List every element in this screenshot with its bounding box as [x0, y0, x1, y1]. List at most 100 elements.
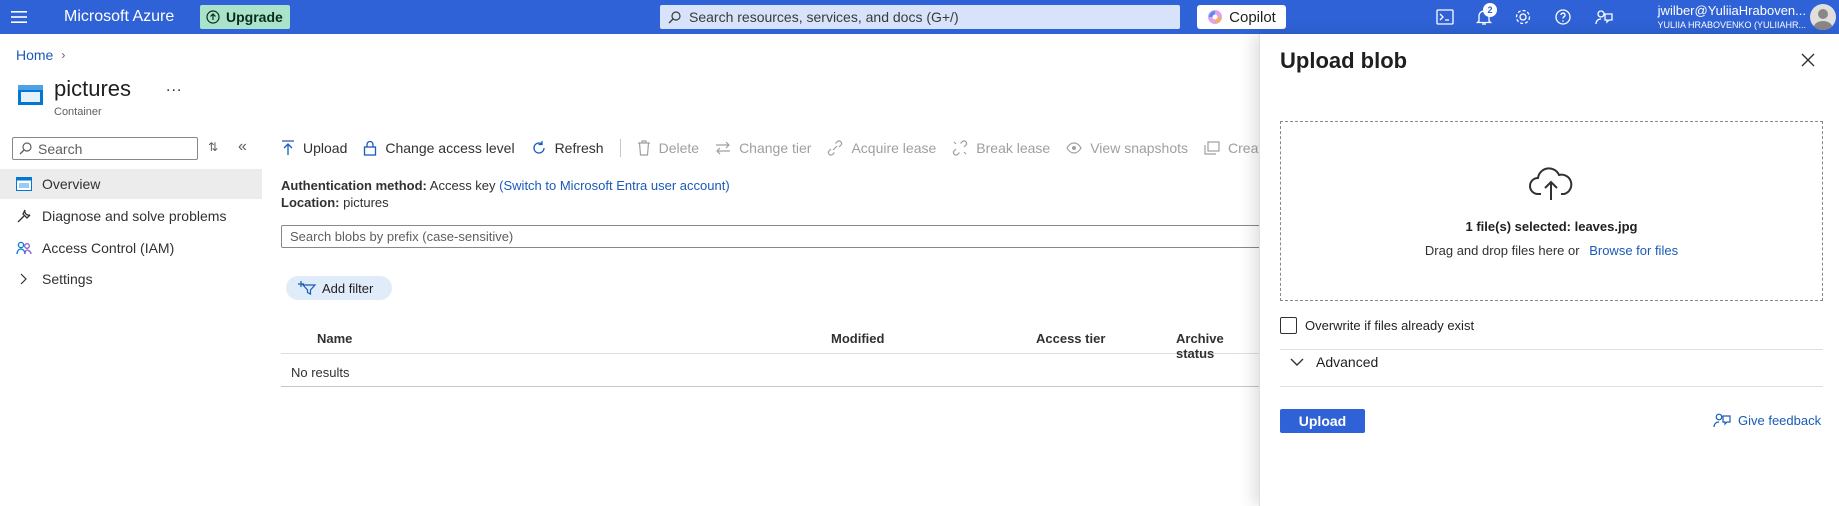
search-icon [19, 142, 32, 155]
sidebar-item-label: Overview [42, 176, 101, 192]
blob-prefix-search-input[interactable]: Search blobs by prefix (case-sensitive) [281, 225, 1261, 248]
collapse-nav-icon[interactable]: « [238, 138, 247, 156]
delete-button[interactable]: Delete [637, 140, 699, 156]
break-lease-label: Break lease [976, 140, 1051, 156]
acquire-lease-label: Acquire lease [851, 140, 937, 156]
breadcrumb: Home › [16, 47, 65, 63]
nav-search-placeholder: Search [38, 140, 83, 157]
user-avatar-icon [1813, 9, 1833, 30]
overwrite-label: Overwrite if files already exist [1305, 318, 1475, 333]
filter-add-icon [298, 281, 316, 295]
auth-method-line: Authentication method: Access key (Switc… [281, 178, 730, 193]
sidebar-item-overview[interactable]: Overview [0, 169, 262, 199]
acquire-lease-button[interactable]: Acquire lease [827, 140, 936, 156]
global-search-placeholder: Search resources, services, and docs (G+… [689, 9, 959, 25]
user-directory: YULIIA HRABOVENKO (YULIIAHR... [1657, 20, 1806, 30]
copilot-label: Copilot [1229, 8, 1276, 26]
refresh-icon [532, 141, 545, 154]
sidebar-item-label: Access Control (IAM) [42, 240, 175, 256]
breadcrumb-home[interactable]: Home [16, 47, 53, 63]
panel-title: Upload blob [1280, 48, 1408, 73]
auth-method-label: Authentication method: [281, 178, 427, 193]
sidebar-item-access-control[interactable]: Access Control (IAM) [0, 233, 262, 263]
feedback-icon[interactable] [1594, 8, 1614, 26]
cloud-shell-icon[interactable] [1435, 8, 1455, 26]
overwrite-checkbox[interactable] [1280, 317, 1297, 334]
refresh-label: Refresh [554, 140, 604, 156]
eye-icon [1066, 142, 1082, 154]
blob-search-placeholder: Search blobs by prefix (case-sensitive) [290, 229, 514, 244]
column-header-modified[interactable]: Modified [831, 331, 884, 346]
sidebar-item-settings[interactable]: Settings [0, 264, 262, 294]
settings-gear-icon[interactable] [1513, 8, 1533, 26]
global-search-input[interactable]: Search resources, services, and docs (G+… [660, 5, 1180, 29]
avatar[interactable] [1810, 4, 1836, 30]
refresh-button[interactable]: Refresh [531, 140, 604, 156]
upgrade-label: Upgrade [226, 9, 283, 25]
trash-icon [637, 140, 650, 156]
user-email: jwilber@YuliiaHraboven... [1657, 3, 1806, 18]
change-access-level-label: Change access level [385, 140, 515, 156]
drag-drop-hint: Drag and drop files here or Browse for f… [1281, 243, 1822, 258]
column-header-name[interactable]: Name [317, 331, 352, 346]
location-label: Location: [281, 195, 340, 210]
change-access-level-button[interactable]: Change access level [363, 140, 515, 156]
lock-icon [364, 140, 377, 156]
overwrite-checkbox-row[interactable]: Overwrite if files already exist [1280, 317, 1474, 334]
copilot-icon [1208, 10, 1223, 24]
upload-blob-panel: Upload blob 1 file(s) selected: leaves.j… [1259, 34, 1839, 506]
panel-upload-button[interactable]: Upload [1280, 409, 1365, 433]
auth-method-value: Access key [429, 178, 496, 193]
column-header-access-tier[interactable]: Access tier [1036, 331, 1105, 346]
switch-entra-link[interactable]: (Switch to Microsoft Entra user account) [499, 178, 729, 193]
change-tier-button[interactable]: Change tier [715, 140, 811, 156]
brand-title[interactable]: Microsoft Azure [64, 8, 174, 26]
file-drop-zone[interactable]: 1 file(s) selected: leaves.jpg Drag and … [1280, 121, 1823, 301]
page-title: pictures [54, 76, 132, 101]
chevron-right-icon [20, 273, 27, 285]
upload-button-label: Upload [303, 140, 348, 156]
help-icon[interactable] [1553, 8, 1573, 26]
cloud-upload-icon [1529, 167, 1573, 200]
break-lease-button[interactable]: Break lease [952, 140, 1050, 156]
empty-state-text: No results [291, 365, 350, 380]
close-icon[interactable] [1800, 52, 1816, 68]
upload-icon [282, 140, 294, 155]
divider [1280, 349, 1823, 350]
top-bar: Microsoft Azure Upgrade Search resources… [0, 0, 1839, 34]
location-line: Location: pictures [281, 195, 389, 210]
wrench-icon [17, 209, 31, 223]
advanced-label: Advanced [1316, 354, 1379, 370]
overview-icon [16, 177, 32, 191]
feedback-person-icon [1713, 413, 1731, 428]
more-actions-button[interactable]: ... [166, 78, 182, 96]
table-row: No results [281, 357, 1261, 387]
notification-count-badge: 2 [1483, 3, 1497, 17]
sidebar-item-label: Settings [42, 271, 93, 287]
give-feedback-link[interactable]: Give feedback [1713, 412, 1821, 428]
link-icon [828, 140, 843, 156]
add-filter-label: Add filter [322, 280, 374, 296]
container-icon [18, 85, 43, 105]
account-menu[interactable]: jwilber@YuliiaHraboven... YULIIA HRABOVE… [1644, 3, 1806, 30]
page-subtitle: Container [54, 106, 102, 118]
broken-link-icon [953, 140, 968, 156]
sidebar-item-diagnose[interactable]: Diagnose and solve problems [0, 201, 262, 231]
delete-label: Delete [658, 140, 700, 156]
advanced-section-toggle[interactable]: Advanced [1290, 354, 1378, 370]
hamburger-menu-icon[interactable] [10, 8, 28, 26]
upload-button[interactable]: Upload [281, 140, 347, 156]
change-tier-label: Change tier [739, 140, 812, 156]
swap-arrows-icon [716, 141, 731, 155]
toolbar-divider [619, 139, 621, 157]
browse-for-files-link[interactable]: Browse for files [1589, 243, 1678, 258]
drag-drop-text: Drag and drop files here [1424, 243, 1565, 258]
sort-updown-icon[interactable]: ⇅ [208, 140, 218, 154]
upgrade-button[interactable]: Upgrade [200, 5, 290, 29]
snapshot-icon [1204, 141, 1220, 155]
add-filter-button[interactable]: Add filter [286, 276, 392, 300]
nav-search-input[interactable]: Search [12, 137, 198, 160]
copilot-button[interactable]: Copilot [1197, 5, 1286, 29]
chevron-down-icon [1290, 358, 1304, 366]
view-snapshots-button[interactable]: View snapshots [1066, 140, 1188, 156]
